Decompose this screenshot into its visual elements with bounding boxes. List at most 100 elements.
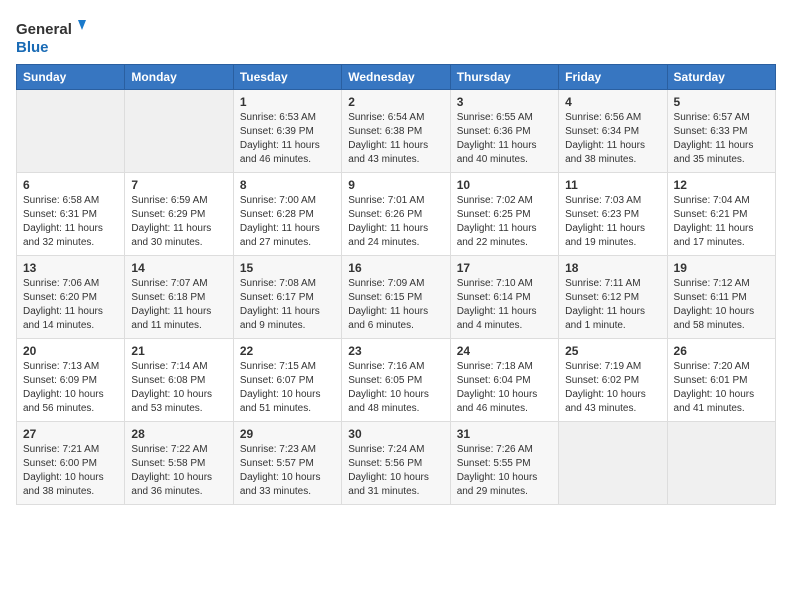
day-info: Sunrise: 7:22 AM Sunset: 5:58 PM Dayligh… <box>131 443 226 499</box>
day-info: Sunrise: 7:26 AM Sunset: 5:55 PM Dayligh… <box>457 443 552 499</box>
calendar-table: SundayMondayTuesdayWednesdayThursdayFrid… <box>16 64 776 505</box>
day-number: 8 <box>240 178 335 192</box>
day-info: Sunrise: 7:13 AM Sunset: 6:09 PM Dayligh… <box>23 360 118 416</box>
day-info: Sunrise: 7:19 AM Sunset: 6:02 PM Dayligh… <box>565 360 660 416</box>
calendar-week-row: 27 Sunrise: 7:21 AM Sunset: 6:00 PM Dayli… <box>17 422 776 505</box>
calendar-cell: 31 Sunrise: 7:26 AM Sunset: 5:55 PM Dayli… <box>450 422 558 505</box>
day-number: 5 <box>674 95 769 109</box>
column-header-monday: Monday <box>125 65 233 90</box>
calendar-week-row: 20 Sunrise: 7:13 AM Sunset: 6:09 PM Dayli… <box>17 339 776 422</box>
calendar-cell: 27 Sunrise: 7:21 AM Sunset: 6:00 PM Dayli… <box>17 422 125 505</box>
day-number: 24 <box>457 344 552 358</box>
day-info: Sunrise: 7:21 AM Sunset: 6:00 PM Dayligh… <box>23 443 118 499</box>
calendar-cell: 28 Sunrise: 7:22 AM Sunset: 5:58 PM Dayli… <box>125 422 233 505</box>
day-number: 22 <box>240 344 335 358</box>
day-number: 27 <box>23 427 118 441</box>
column-header-sunday: Sunday <box>17 65 125 90</box>
day-info: Sunrise: 7:03 AM Sunset: 6:23 PM Dayligh… <box>565 194 660 250</box>
day-info: Sunrise: 6:53 AM Sunset: 6:39 PM Dayligh… <box>240 111 335 167</box>
day-info: Sunrise: 6:58 AM Sunset: 6:31 PM Dayligh… <box>23 194 118 250</box>
day-info: Sunrise: 7:23 AM Sunset: 5:57 PM Dayligh… <box>240 443 335 499</box>
calendar-cell: 24Sunrise: 7:18 AM Sunset: 6:04 PM Dayli… <box>450 339 558 422</box>
calendar-header-row: SundayMondayTuesdayWednesdayThursdayFrid… <box>17 65 776 90</box>
day-info: Sunrise: 7:02 AM Sunset: 6:25 PM Dayligh… <box>457 194 552 250</box>
day-info: Sunrise: 7:06 AM Sunset: 6:20 PM Dayligh… <box>23 277 118 333</box>
logo-svg: GeneralBlue <box>16 16 96 56</box>
day-info: Sunrise: 7:24 AM Sunset: 5:56 PM Dayligh… <box>348 443 443 499</box>
day-info: Sunrise: 7:07 AM Sunset: 6:18 PM Dayligh… <box>131 277 226 333</box>
day-info: Sunrise: 7:04 AM Sunset: 6:21 PM Dayligh… <box>674 194 769 250</box>
calendar-cell <box>667 422 775 505</box>
calendar-cell: 3Sunrise: 6:55 AM Sunset: 6:36 PM Daylig… <box>450 90 558 173</box>
calendar-cell: 13Sunrise: 7:06 AM Sunset: 6:20 PM Dayli… <box>17 256 125 339</box>
day-number: 9 <box>348 178 443 192</box>
column-header-thursday: Thursday <box>450 65 558 90</box>
calendar-cell: 17Sunrise: 7:10 AM Sunset: 6:14 PM Dayli… <box>450 256 558 339</box>
calendar-week-row: 1 Sunrise: 6:53 AM Sunset: 6:39 PM Daylig… <box>17 90 776 173</box>
day-info: Sunrise: 7:14 AM Sunset: 6:08 PM Dayligh… <box>131 360 226 416</box>
calendar-cell: 16 Sunrise: 7:09 AM Sunset: 6:15 PM Dayli… <box>342 256 450 339</box>
day-info: Sunrise: 7:12 AM Sunset: 6:11 PM Dayligh… <box>674 277 769 333</box>
calendar-cell: 15 Sunrise: 7:08 AM Sunset: 6:17 PM Dayli… <box>233 256 341 339</box>
calendar-cell: 2Sunrise: 6:54 AM Sunset: 6:38 PM Daylig… <box>342 90 450 173</box>
calendar-cell: 10 Sunrise: 7:02 AM Sunset: 6:25 PM Dayli… <box>450 173 558 256</box>
day-number: 30 <box>348 427 443 441</box>
day-info: Sunrise: 7:11 AM Sunset: 6:12 PM Dayligh… <box>565 277 660 333</box>
day-number: 16 <box>348 261 443 275</box>
calendar-cell <box>559 422 667 505</box>
day-number: 20 <box>23 344 118 358</box>
calendar-cell: 20 Sunrise: 7:13 AM Sunset: 6:09 PM Dayli… <box>17 339 125 422</box>
day-number: 10 <box>457 178 552 192</box>
day-info: Sunrise: 7:16 AM Sunset: 6:05 PM Dayligh… <box>348 360 443 416</box>
calendar-cell: 6Sunrise: 6:58 AM Sunset: 6:31 PM Daylig… <box>17 173 125 256</box>
calendar-cell: 19 Sunrise: 7:12 AM Sunset: 6:11 PM Dayli… <box>667 256 775 339</box>
day-info: Sunrise: 7:01 AM Sunset: 6:26 PM Dayligh… <box>348 194 443 250</box>
calendar-week-row: 6Sunrise: 6:58 AM Sunset: 6:31 PM Daylig… <box>17 173 776 256</box>
calendar-cell <box>125 90 233 173</box>
day-number: 29 <box>240 427 335 441</box>
day-number: 28 <box>131 427 226 441</box>
column-header-saturday: Saturday <box>667 65 775 90</box>
logo: GeneralBlue <box>16 16 96 56</box>
calendar-cell: 29 Sunrise: 7:23 AM Sunset: 5:57 PM Dayli… <box>233 422 341 505</box>
calendar-cell: 18Sunrise: 7:11 AM Sunset: 6:12 PM Dayli… <box>559 256 667 339</box>
day-number: 31 <box>457 427 552 441</box>
svg-text:Blue: Blue <box>16 39 49 56</box>
calendar-cell: 11 Sunrise: 7:03 AM Sunset: 6:23 PM Dayli… <box>559 173 667 256</box>
day-info: Sunrise: 7:09 AM Sunset: 6:15 PM Dayligh… <box>348 277 443 333</box>
calendar-cell: 8 Sunrise: 7:00 AM Sunset: 6:28 PM Daylig… <box>233 173 341 256</box>
calendar-cell: 26 Sunrise: 7:20 AM Sunset: 6:01 PM Dayli… <box>667 339 775 422</box>
day-info: Sunrise: 6:59 AM Sunset: 6:29 PM Dayligh… <box>131 194 226 250</box>
svg-text:General: General <box>16 21 72 38</box>
day-info: Sunrise: 7:15 AM Sunset: 6:07 PM Dayligh… <box>240 360 335 416</box>
day-number: 1 <box>240 95 335 109</box>
day-number: 15 <box>240 261 335 275</box>
calendar-cell: 23Sunrise: 7:16 AM Sunset: 6:05 PM Dayli… <box>342 339 450 422</box>
calendar-cell: 9 Sunrise: 7:01 AM Sunset: 6:26 PM Daylig… <box>342 173 450 256</box>
calendar-cell: 21 Sunrise: 7:14 AM Sunset: 6:08 PM Dayli… <box>125 339 233 422</box>
day-info: Sunrise: 6:57 AM Sunset: 6:33 PM Dayligh… <box>674 111 769 167</box>
column-header-wednesday: Wednesday <box>342 65 450 90</box>
day-number: 7 <box>131 178 226 192</box>
day-info: Sunrise: 7:10 AM Sunset: 6:14 PM Dayligh… <box>457 277 552 333</box>
day-number: 2 <box>348 95 443 109</box>
calendar-cell: 22 Sunrise: 7:15 AM Sunset: 6:07 PM Dayli… <box>233 339 341 422</box>
day-number: 12 <box>674 178 769 192</box>
day-info: Sunrise: 6:55 AM Sunset: 6:36 PM Dayligh… <box>457 111 552 167</box>
calendar-cell: 4 Sunrise: 6:56 AM Sunset: 6:34 PM Daylig… <box>559 90 667 173</box>
column-header-friday: Friday <box>559 65 667 90</box>
day-number: 14 <box>131 261 226 275</box>
calendar-cell: 7 Sunrise: 6:59 AM Sunset: 6:29 PM Daylig… <box>125 173 233 256</box>
day-number: 4 <box>565 95 660 109</box>
day-info: Sunrise: 7:00 AM Sunset: 6:28 PM Dayligh… <box>240 194 335 250</box>
day-number: 26 <box>674 344 769 358</box>
day-info: Sunrise: 6:56 AM Sunset: 6:34 PM Dayligh… <box>565 111 660 167</box>
day-info: Sunrise: 7:08 AM Sunset: 6:17 PM Dayligh… <box>240 277 335 333</box>
page-header: GeneralBlue <box>16 16 776 56</box>
day-number: 11 <box>565 178 660 192</box>
day-number: 19 <box>674 261 769 275</box>
day-number: 25 <box>565 344 660 358</box>
day-info: Sunrise: 7:20 AM Sunset: 6:01 PM Dayligh… <box>674 360 769 416</box>
calendar-cell: 14 Sunrise: 7:07 AM Sunset: 6:18 PM Dayli… <box>125 256 233 339</box>
day-number: 21 <box>131 344 226 358</box>
